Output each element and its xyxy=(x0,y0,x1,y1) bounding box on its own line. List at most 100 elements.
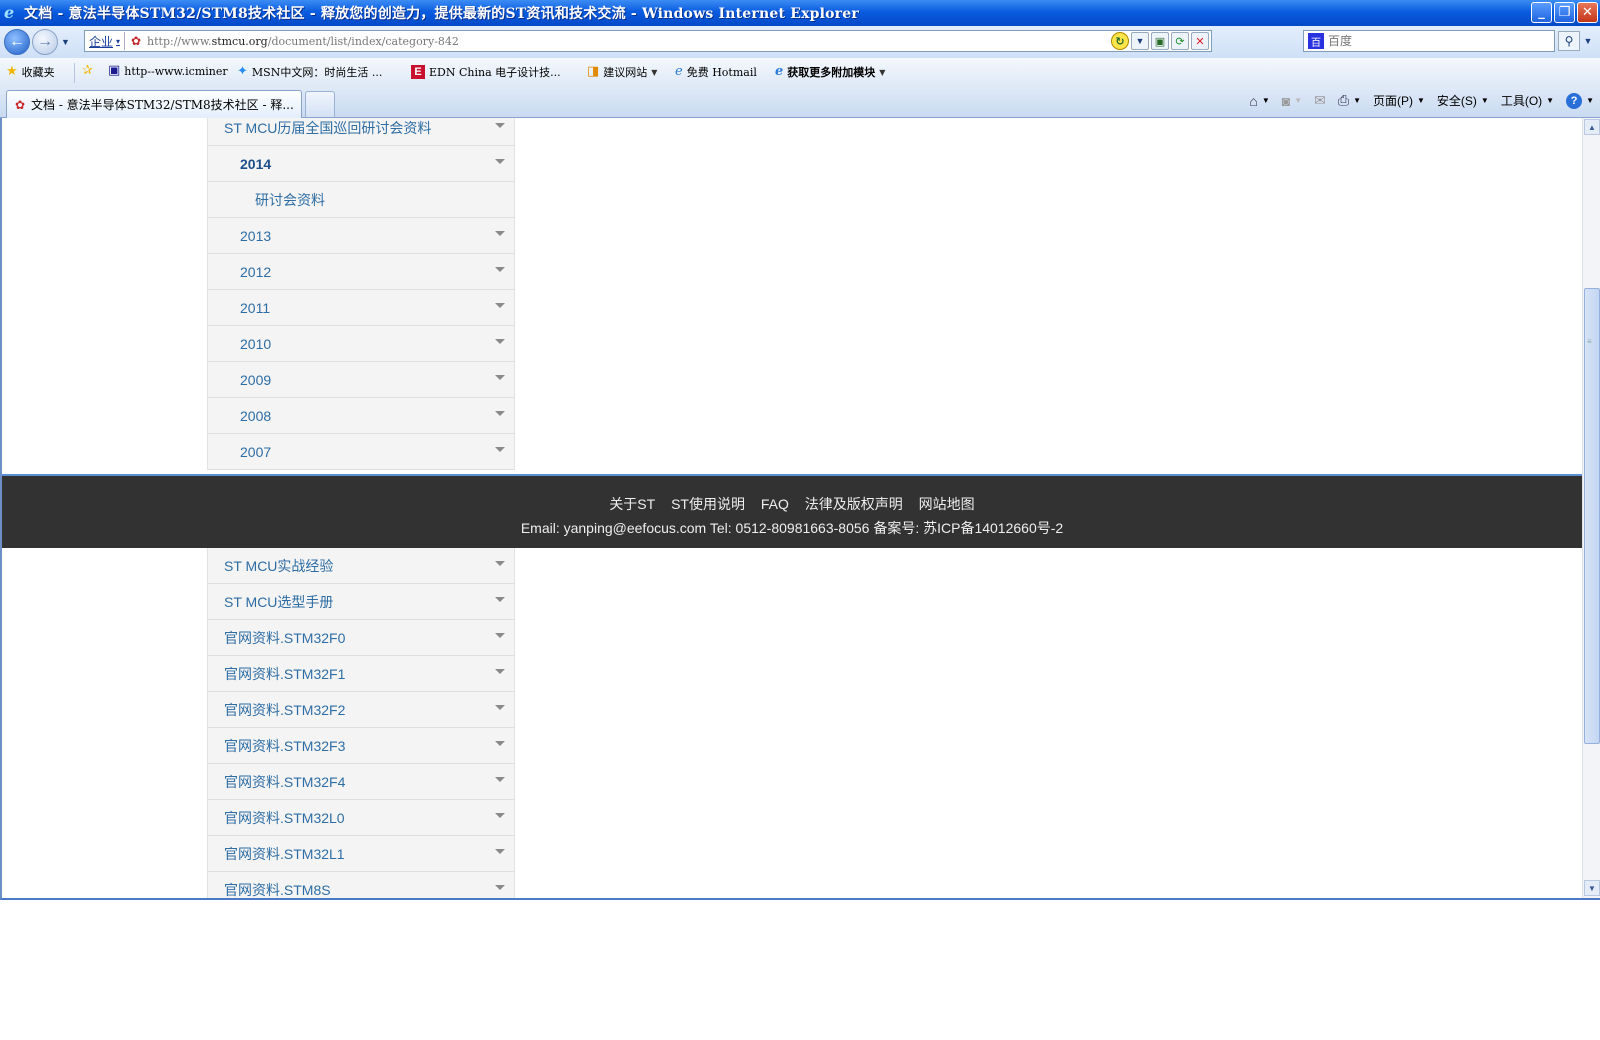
expand-triangle-icon[interactable] xyxy=(495,123,505,128)
tools-menu[interactable]: 工具(O) ▼ xyxy=(1501,92,1554,109)
feeds-button[interactable]: ◙ ▼ xyxy=(1282,93,1302,109)
footer-link-about[interactable]: 关于ST xyxy=(609,496,655,512)
fav-item-msn[interactable]: ✦ MSN中文网：时尚生活 ... xyxy=(237,64,382,80)
compatibility-view-icon[interactable]: ↻ xyxy=(1111,32,1129,50)
address-dropdown-icon[interactable]: ▼ xyxy=(1131,32,1149,50)
forward-button[interactable]: → xyxy=(32,29,58,55)
menu-item-label: 官网资料.STM32F4 xyxy=(224,773,346,790)
menu-item[interactable]: ST MCU选型手册 xyxy=(208,584,514,620)
help-menu[interactable]: ? ▼ xyxy=(1566,92,1594,109)
expand-triangle-icon[interactable] xyxy=(495,597,505,602)
menu-item[interactable]: 官网资料.STM32F2 xyxy=(208,692,514,728)
menu-item-label: 官网资料.STM32F0 xyxy=(224,629,346,646)
menu-item[interactable]: 官网资料.STM32L0 xyxy=(208,800,514,836)
menu-item[interactable]: 2013 xyxy=(208,218,514,254)
menu-item-label: 官网资料.STM32L0 xyxy=(224,809,345,826)
home-button[interactable]: ⌂ ▼ xyxy=(1249,93,1269,109)
expand-triangle-icon[interactable] xyxy=(495,339,505,344)
scrollbar-thumb[interactable] xyxy=(1584,288,1600,744)
url-path: /document/list/index/category-842 xyxy=(267,34,459,48)
menu-item[interactable]: 官网资料.STM32L1 xyxy=(208,836,514,872)
scroll-down-button[interactable]: ▼ xyxy=(1584,880,1600,896)
menu-item-label: 官网资料.STM32F3 xyxy=(224,737,346,754)
menu-item[interactable]: 2012 xyxy=(208,254,514,290)
ie-logo-icon: e xyxy=(4,3,15,22)
expand-triangle-icon[interactable] xyxy=(495,777,505,782)
menu-item[interactable]: 官网资料.STM32F3 xyxy=(208,728,514,764)
window-title-bar[interactable]: e 文档 - 意法半导体STM32/STM8技术社区 - 释放您的创造力，提供最… xyxy=(0,0,1600,26)
menu-item[interactable]: ST MCU实战经验 xyxy=(208,548,514,584)
refresh-icon[interactable]: ⟳ xyxy=(1171,32,1189,50)
expand-triangle-icon[interactable] xyxy=(495,375,505,380)
expand-triangle-icon[interactable] xyxy=(495,561,505,566)
address-bar[interactable]: 企业 ▾ ✿ http://www.stmcu.org/document/lis… xyxy=(84,30,1212,52)
expand-triangle-icon[interactable] xyxy=(495,705,505,710)
menu-item[interactable]: 研讨会资料 xyxy=(208,182,514,218)
fav-item-hotmail[interactable]: e 免费 Hotmail xyxy=(675,64,757,80)
menu-item[interactable]: 官网资料.STM32F4 xyxy=(208,764,514,800)
favorites-button[interactable]: ★ 收藏夹 xyxy=(6,64,55,80)
close-button[interactable]: ✕ xyxy=(1577,2,1598,23)
search-button[interactable]: ⚲ xyxy=(1558,31,1580,51)
footer-link-legal[interactable]: 法律及版权声明 xyxy=(805,496,903,512)
chevron-down-icon: ▼ xyxy=(1353,96,1361,105)
menu-item[interactable]: 2010 xyxy=(208,326,514,362)
expand-triangle-icon[interactable] xyxy=(495,885,505,890)
expand-triangle-icon[interactable] xyxy=(495,411,505,416)
expand-triangle-icon[interactable] xyxy=(495,849,505,854)
vertical-scrollbar[interactable]: ▲ ≡ ▼ xyxy=(1582,118,1600,898)
menu-item[interactable]: ST MCU历届全国巡回研讨会资料 xyxy=(208,118,514,146)
expand-triangle-icon[interactable] xyxy=(495,669,505,674)
minimize-button[interactable]: _ xyxy=(1531,2,1552,23)
menu-item[interactable]: 2008 xyxy=(208,398,514,434)
expand-triangle-icon[interactable] xyxy=(495,447,505,452)
restore-button[interactable]: ❐ xyxy=(1554,2,1575,23)
recent-pages-dropdown[interactable]: ▼ xyxy=(61,37,70,47)
chevron-down-icon: ▼ xyxy=(879,67,886,77)
expand-triangle-icon[interactable] xyxy=(495,231,505,236)
menu-item[interactable]: 2009 xyxy=(208,362,514,398)
navigation-bar: ← → ▼ 企业 ▾ ✿ http://www.stmcu.org/docume… xyxy=(0,26,1600,58)
menu-item[interactable]: 官网资料.STM32F1 xyxy=(208,656,514,692)
expand-triangle-icon[interactable] xyxy=(495,813,505,818)
read-mail-button[interactable]: ✉ xyxy=(1314,92,1326,109)
expand-triangle-icon[interactable] xyxy=(495,633,505,638)
menu-item-label: 2012 xyxy=(240,263,272,280)
add-to-favorites-bar-button[interactable]: ✰ xyxy=(82,64,93,78)
new-tab-button[interactable] xyxy=(305,91,335,117)
site-favicon-icon: ✿ xyxy=(14,97,26,112)
menu-item[interactable]: 2011 xyxy=(208,290,514,326)
url-text[interactable]: http://www.stmcu.org/document/list/index… xyxy=(147,35,459,48)
fav-item-addons[interactable]: e 获取更多附加模块 ▼ xyxy=(775,64,885,80)
footer-link-usage[interactable]: ST使用说明 xyxy=(671,496,745,512)
ic-icon: ▣ xyxy=(108,63,121,78)
menu-item[interactable]: 官网资料.STM32F0 xyxy=(208,620,514,656)
footer-link-faq[interactable]: FAQ xyxy=(761,496,789,512)
fav-item-label: 获取更多附加模块 xyxy=(787,66,876,79)
zone-selector[interactable]: 企业 ▾ xyxy=(85,32,126,50)
menu-item[interactable]: 官网资料.STM8S xyxy=(208,872,514,898)
back-button[interactable]: ← xyxy=(4,29,30,55)
footer-link-sitemap[interactable]: 网站地图 xyxy=(919,496,975,512)
search-box[interactable]: 百 xyxy=(1303,30,1555,52)
tab-current[interactable]: ✿ 文档 - 意法半导体STM32/STM8技术社区 - 释... xyxy=(6,90,302,118)
expand-triangle-icon[interactable] xyxy=(495,741,505,746)
fav-item-icminer[interactable]: ▣ http--www.icminer xyxy=(108,64,228,78)
menu-item[interactable]: 2007 xyxy=(208,434,514,470)
menu-item[interactable]: 2014 xyxy=(208,146,514,182)
scroll-up-button[interactable]: ▲ xyxy=(1584,119,1600,135)
page-menu[interactable]: 页面(P) ▼ xyxy=(1373,92,1425,109)
print-button[interactable]: ⎙ ▼ xyxy=(1338,92,1361,109)
fav-item-edn[interactable]: E EDN China 电子设计技... xyxy=(411,64,561,80)
suggested-sites-icon: ◨ xyxy=(587,64,600,79)
search-input[interactable] xyxy=(1328,34,1528,48)
expand-triangle-icon[interactable] xyxy=(495,267,505,272)
fav-item-suggested-sites[interactable]: ◨ 建议网站 ▼ xyxy=(587,64,657,80)
menu-item-label: 官网资料.STM8S xyxy=(224,881,331,898)
expand-triangle-icon[interactable] xyxy=(495,303,505,308)
search-options-dropdown[interactable]: ▼ xyxy=(1582,31,1594,51)
safety-menu[interactable]: 安全(S) ▼ xyxy=(1437,92,1489,109)
compat-page-icon[interactable]: ▣ xyxy=(1151,32,1169,50)
stop-icon[interactable]: ✕ xyxy=(1191,32,1209,50)
expand-triangle-icon[interactable] xyxy=(495,159,505,164)
